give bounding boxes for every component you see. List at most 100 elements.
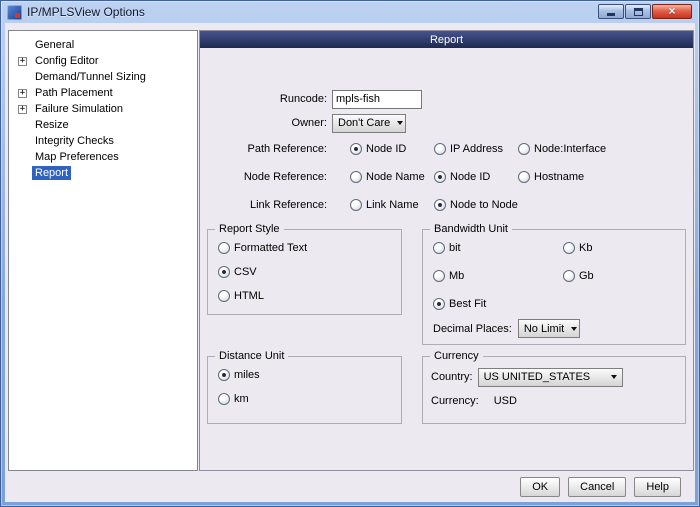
radio-formatted-text[interactable]: Formatted Text [218, 242, 307, 254]
sidebar-item-label: Resize [32, 118, 72, 132]
radio-label: HTML [234, 290, 264, 302]
sidebar-item-label: Failure Simulation [32, 102, 126, 116]
minimize-button[interactable] [598, 4, 624, 19]
path-reference-label: Path Reference: [200, 143, 332, 155]
sidebar-item-resize[interactable]: Resize [9, 117, 197, 133]
runcode-input[interactable] [332, 90, 422, 109]
expand-icon[interactable]: + [18, 105, 27, 114]
radio-icon [563, 270, 575, 282]
radio-icon [433, 242, 445, 254]
link-reference-row: Link Reference: Link Name Node to Node [200, 195, 691, 215]
sidebar-item-config-editor[interactable]: + Config Editor [9, 53, 197, 69]
runcode-label: Runcode: [200, 93, 332, 105]
titlebar[interactable]: IP/MPLSView Options × [1, 1, 699, 23]
currency-row: Currency: USD [423, 389, 685, 413]
country-label: Country: [431, 371, 473, 383]
window-title: IP/MPLSView Options [27, 5, 145, 19]
sidebar-item-label: Map Preferences [32, 150, 122, 164]
radio-label: Gb [579, 270, 594, 282]
radio-html[interactable]: HTML [218, 290, 264, 302]
help-button[interactable]: Help [634, 477, 681, 497]
sidebar-item-report[interactable]: Report [9, 165, 197, 181]
radio-node-hostname[interactable]: Hostname [518, 171, 584, 183]
radio-mb[interactable]: Mb [433, 270, 464, 282]
radio-icon [434, 199, 446, 211]
expand-icon[interactable]: + [18, 57, 27, 66]
radio-label: Best Fit [449, 298, 486, 310]
radio-icon [218, 369, 230, 381]
radio-label: km [234, 393, 249, 405]
report-style-group-title: Report Style [215, 223, 284, 235]
radio-label: Hostname [534, 171, 584, 183]
decimal-places-select[interactable]: No Limit [518, 319, 580, 338]
currency-label: Currency: [431, 395, 479, 407]
radio-link-link-name[interactable]: Link Name [350, 199, 419, 211]
sidebar-item-label: Config Editor [32, 54, 102, 68]
ok-button[interactable]: OK [520, 477, 560, 497]
sidebar-item-label: Report [32, 166, 71, 180]
radio-label: Node Name [366, 171, 425, 183]
report-style-options: Formatted Text CSV HTML [208, 230, 401, 308]
radio-label: Node ID [366, 143, 406, 155]
sidebar-item-general[interactable]: General [9, 37, 197, 53]
radio-km[interactable]: km [218, 393, 249, 405]
radio-icon [218, 393, 230, 405]
currency-value: USD [494, 395, 517, 407]
radio-path-node-id[interactable]: Node ID [350, 143, 406, 155]
sidebar-item-path-placement[interactable]: + Path Placement [9, 85, 197, 101]
radio-path-node-interface[interactable]: Node:Interface [518, 143, 606, 155]
owner-selected-value: Don't Care [333, 117, 394, 129]
chevron-down-icon [607, 369, 622, 386]
radio-link-node-to-node[interactable]: Node to Node [434, 199, 518, 211]
node-reference-row: Node Reference: Node Name Node ID Hostna… [200, 167, 691, 187]
maximize-button[interactable] [625, 4, 651, 19]
bandwidth-unit-options: bit Kb Mb [423, 230, 685, 318]
distance-unit-options: miles km [208, 357, 401, 411]
sidebar-item-demand-tunnel-sizing[interactable]: Demand/Tunnel Sizing [9, 69, 197, 85]
dialog-client-area: General + Config Editor Demand/Tunnel Si… [5, 23, 695, 502]
radio-icon [434, 143, 446, 155]
radio-icon [433, 270, 445, 282]
radio-gb[interactable]: Gb [563, 270, 594, 282]
radio-label: IP Address [450, 143, 503, 155]
radio-node-node-id[interactable]: Node ID [434, 171, 490, 183]
radio-icon [350, 143, 362, 155]
radio-node-node-name[interactable]: Node Name [350, 171, 425, 183]
expand-icon[interactable]: + [18, 89, 27, 98]
category-tree: General + Config Editor Demand/Tunnel Si… [8, 30, 198, 471]
chevron-down-icon [394, 115, 405, 132]
radio-path-ip-address[interactable]: IP Address [434, 143, 503, 155]
sidebar-item-integrity-checks[interactable]: Integrity Checks [9, 133, 197, 149]
radio-kb[interactable]: Kb [563, 242, 592, 254]
sidebar-item-label: Path Placement [32, 86, 116, 100]
dialog-footer: OK Cancel Help [520, 477, 681, 497]
sidebar-item-label: Integrity Checks [32, 134, 117, 148]
radio-icon [518, 143, 530, 155]
radio-miles[interactable]: miles [218, 369, 260, 381]
radio-icon [433, 298, 445, 310]
radio-label: Mb [449, 270, 464, 282]
radio-bit[interactable]: bit [433, 242, 461, 254]
radio-icon [434, 171, 446, 183]
sidebar-item-failure-simulation[interactable]: + Failure Simulation [9, 101, 197, 117]
radio-icon [350, 171, 362, 183]
radio-csv[interactable]: CSV [218, 266, 257, 278]
sidebar-item-map-preferences[interactable]: Map Preferences [9, 149, 197, 165]
bandwidth-unit-group: Bandwidth Unit bit Kb [422, 229, 686, 345]
options-window: IP/MPLSView Options × General + Config E… [0, 0, 700, 507]
currency-group-title: Currency [430, 350, 483, 362]
sidebar-item-label: Demand/Tunnel Sizing [32, 70, 149, 84]
currency-group: Currency Country: US UNITED_STATES Curre… [422, 356, 686, 424]
country-select[interactable]: US UNITED_STATES [478, 368, 623, 387]
radio-best-fit[interactable]: Best Fit [433, 298, 486, 310]
owner-select[interactable]: Don't Care [332, 114, 406, 133]
radio-label: Node:Interface [534, 143, 606, 155]
panel-title: Report [200, 31, 693, 48]
owner-row: Owner: Don't Care [200, 113, 691, 133]
close-button[interactable]: × [652, 4, 692, 19]
radio-label: Node to Node [450, 199, 518, 211]
cancel-button[interactable]: Cancel [568, 477, 626, 497]
maximize-icon [634, 8, 643, 16]
runcode-row: Runcode: [200, 89, 691, 109]
decimal-places-row: Decimal Places: No Limit [423, 319, 685, 338]
